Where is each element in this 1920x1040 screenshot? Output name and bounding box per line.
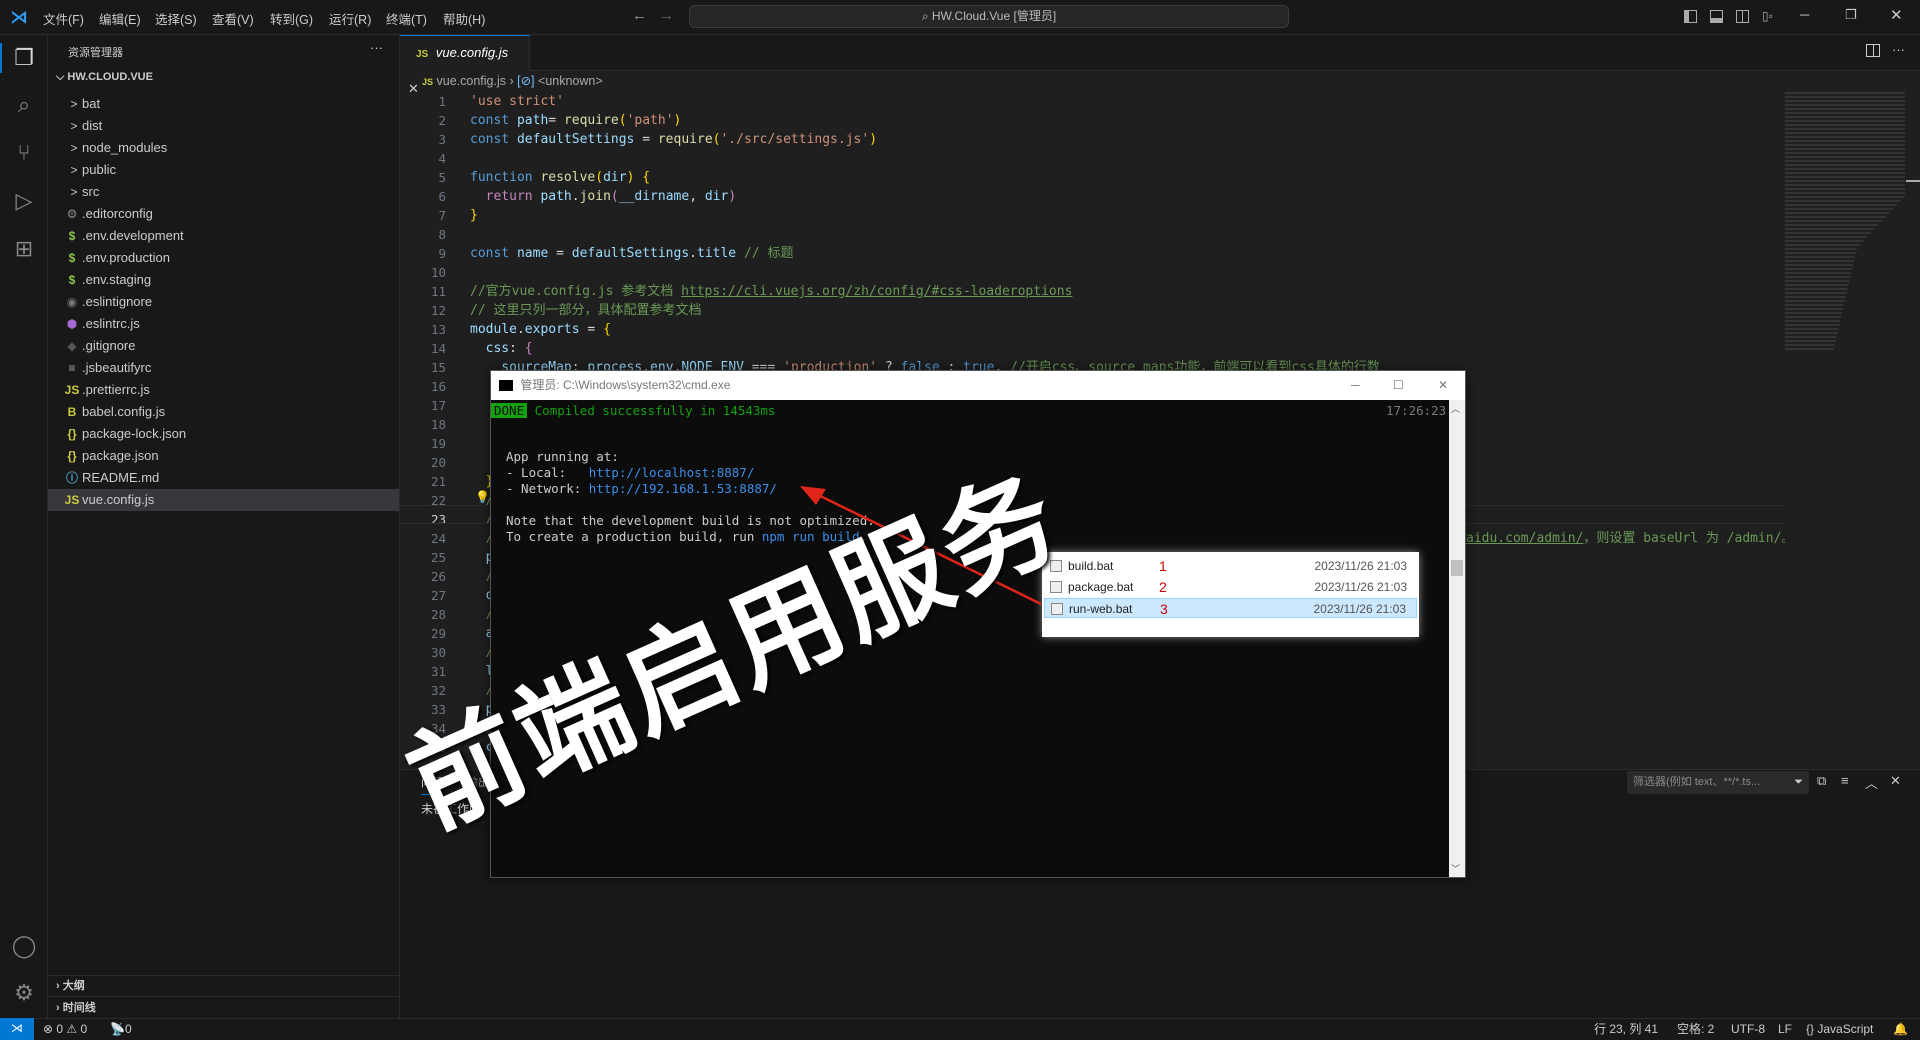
arrow-head [800,486,826,505]
